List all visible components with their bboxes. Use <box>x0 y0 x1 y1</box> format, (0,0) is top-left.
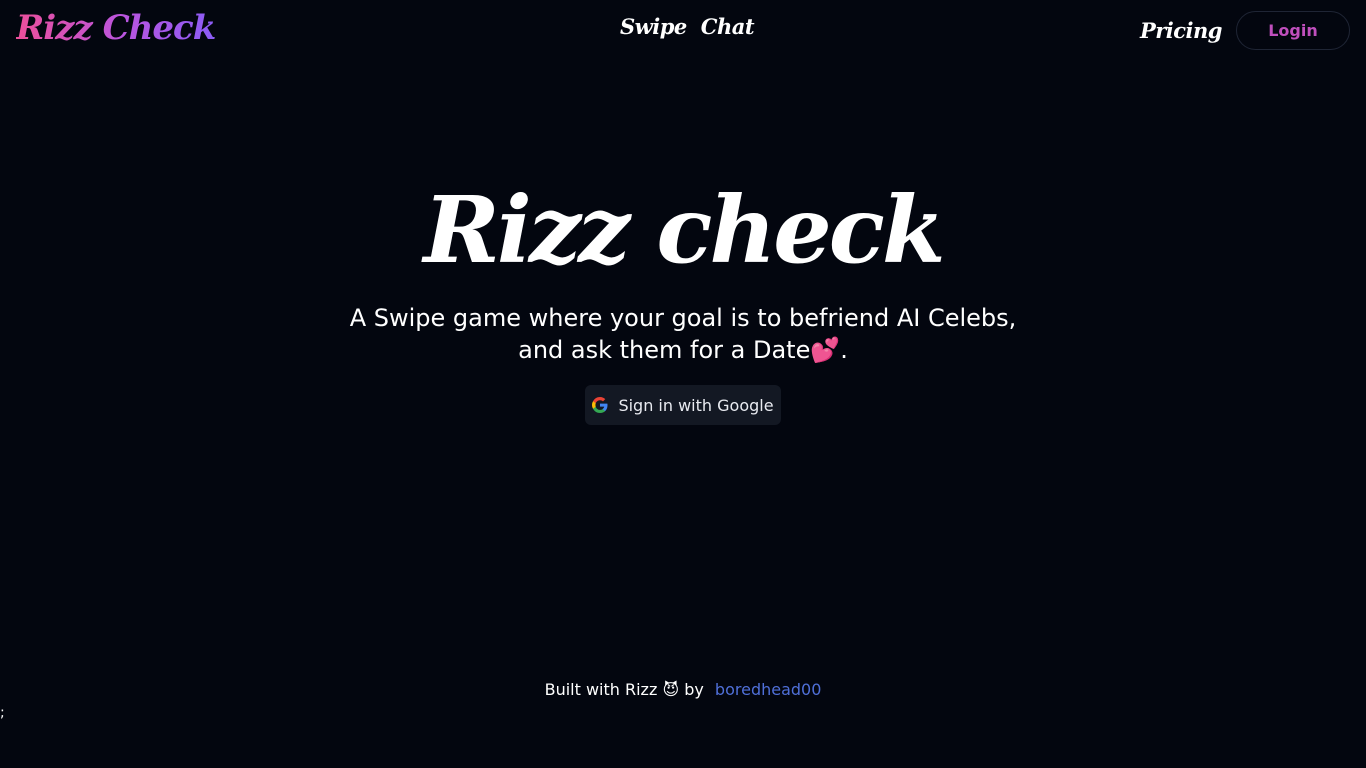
hero-subtitle-line2: and ask them for a Date💕. <box>518 336 848 364</box>
hero-subtitle-line1: A Swipe game where your goal is to befri… <box>349 304 1017 332</box>
page: Rizz Check Swipe Chat Pricing Login Rizz… <box>0 0 1366 768</box>
nav-link-pricing[interactable]: Pricing <box>1140 18 1223 43</box>
brand-logo[interactable]: Rizz Check <box>16 6 216 50</box>
hero-title: Rizz check <box>423 176 945 284</box>
stray-text: ; <box>0 705 5 721</box>
hero-section: Rizz check A Swipe game where your goal … <box>0 170 1366 425</box>
main-nav: Swipe Chat <box>620 14 755 39</box>
header-actions: Pricing Login <box>1140 11 1350 50</box>
login-button[interactable]: Login <box>1236 11 1350 50</box>
hero-subtitle: A Swipe game where your goal is to befri… <box>323 302 1043 366</box>
google-g-icon <box>592 397 608 413</box>
google-button-label: Sign in with Google <box>618 395 774 415</box>
nav-link-chat[interactable]: Chat <box>701 14 755 39</box>
footer: Built with Rizz 😈 by boredhead00 <box>0 680 1366 699</box>
nav-link-swipe[interactable]: Swipe <box>620 14 687 39</box>
footer-credit: Built with Rizz 😈 by <box>544 680 704 699</box>
google-sign-in-button[interactable]: Sign in with Google <box>585 385 781 425</box>
footer-author-link[interactable]: boredhead00 <box>715 680 821 699</box>
